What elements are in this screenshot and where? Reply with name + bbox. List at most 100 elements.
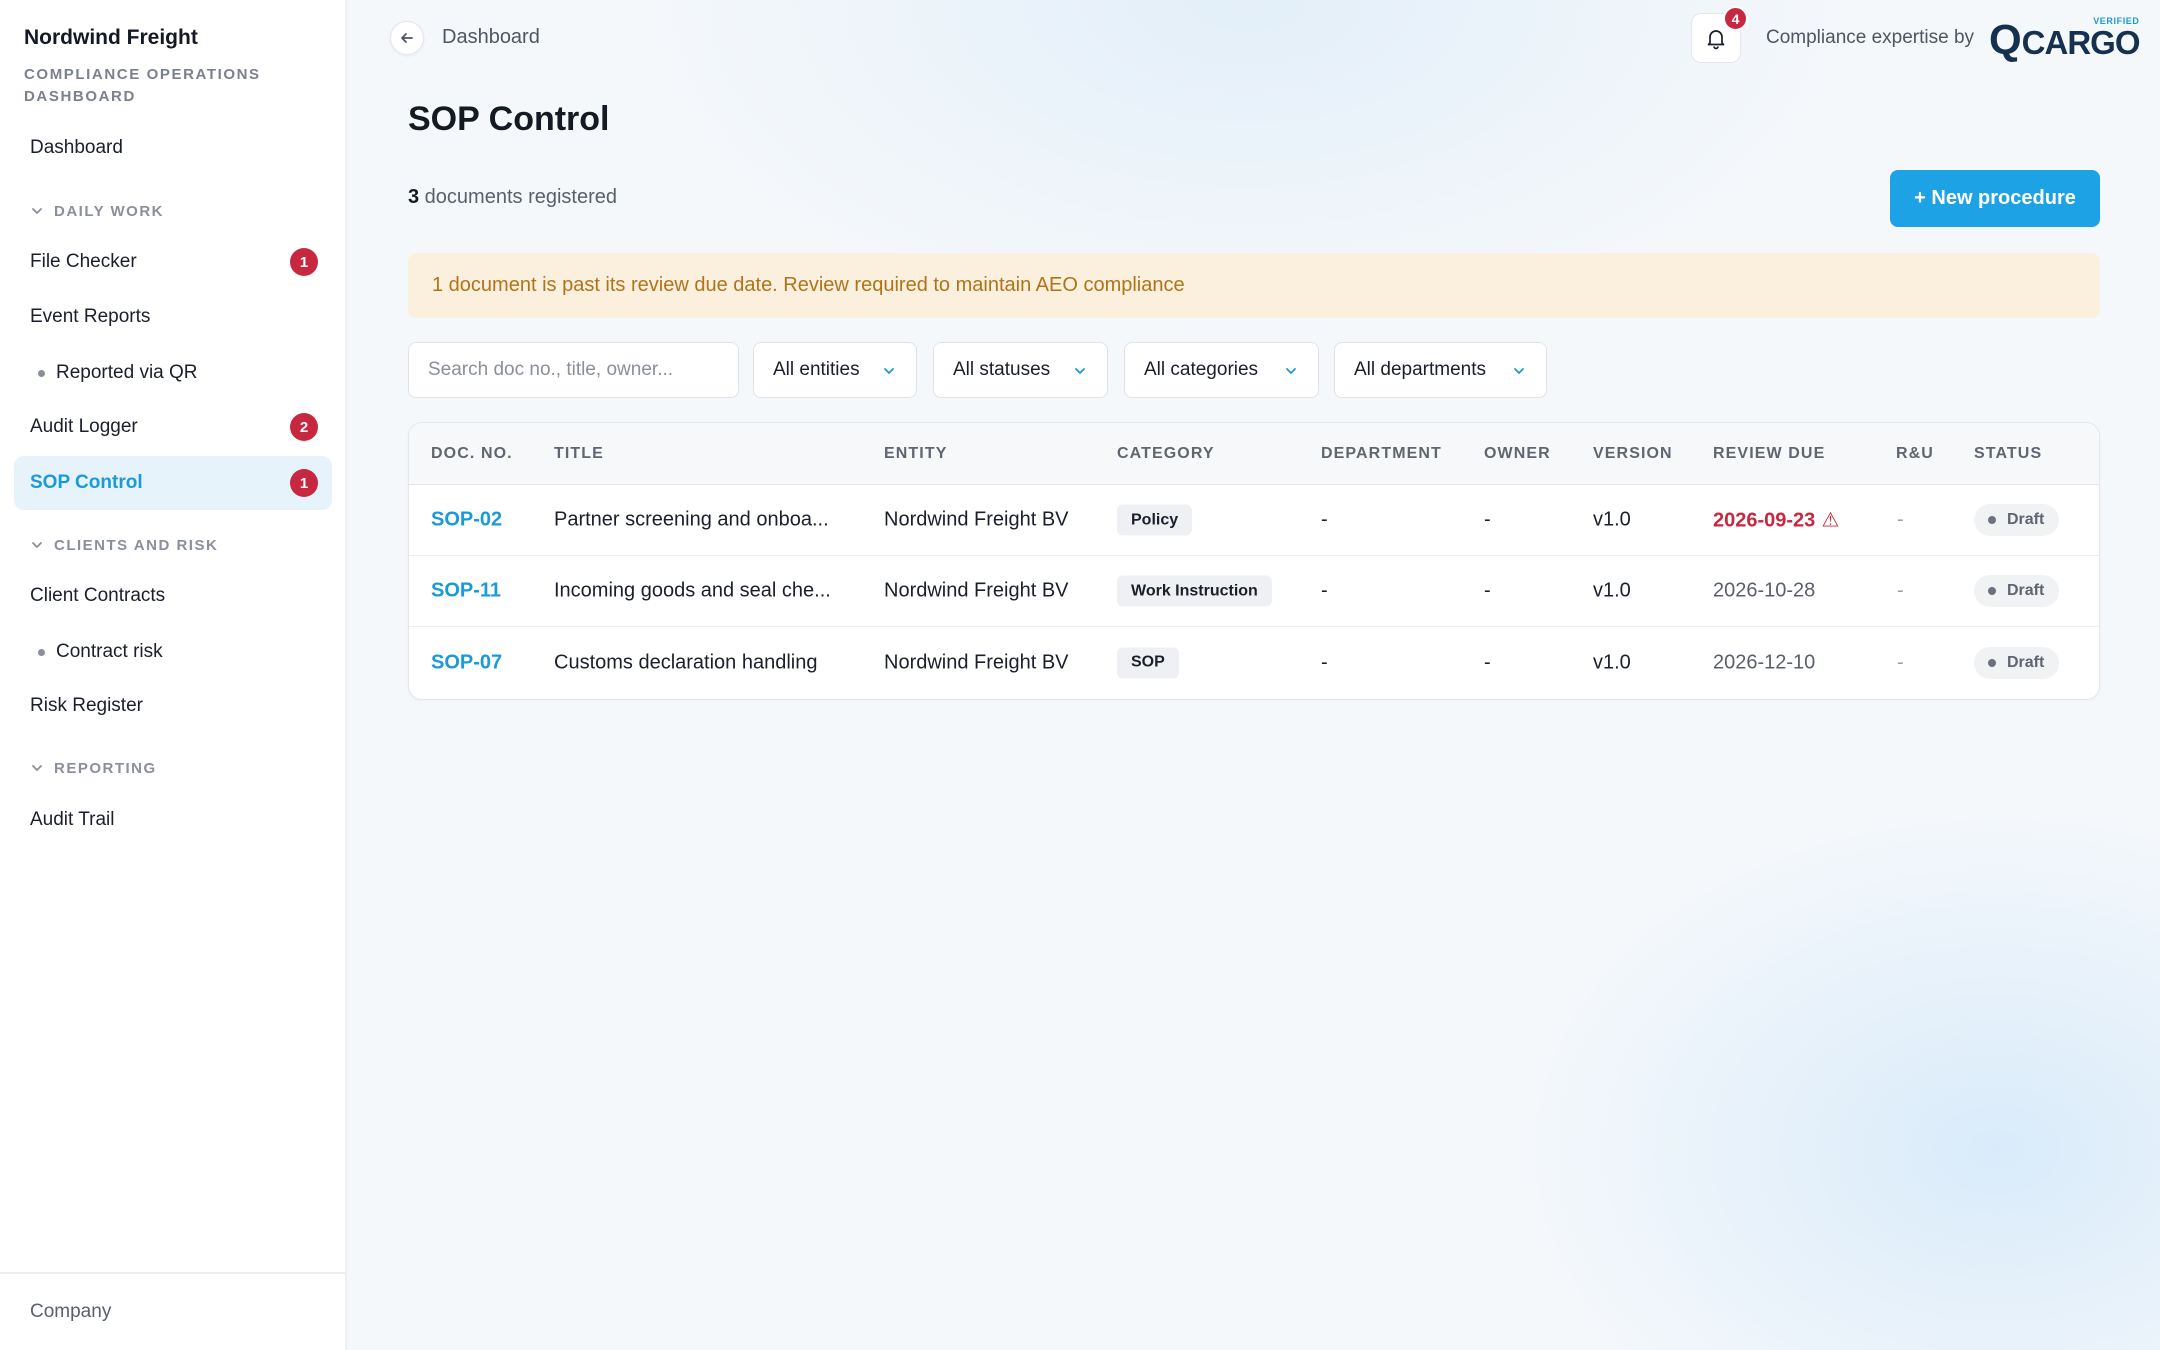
sop-table: DOC. NO. TITLE ENTITY CATEGORY DEPARTMEN… <box>408 422 2100 700</box>
doc-number-link[interactable]: SOP-11 <box>431 580 501 603</box>
doc-title: Customs declaration handling <box>554 651 818 673</box>
column-header-category[interactable]: CATEGORY <box>1117 445 1215 463</box>
filter-label: All entities <box>773 359 860 380</box>
entity-filter[interactable]: All entities <box>753 342 917 398</box>
column-header-status[interactable]: STATUS <box>1974 445 2042 463</box>
status-badge: Draft <box>1974 575 2060 607</box>
bullet-icon <box>38 648 45 656</box>
status-filter[interactable]: All statuses <box>933 342 1108 398</box>
sidebar-item-label: Dashboard <box>30 137 123 158</box>
category-tag: SOP <box>1117 647 1179 678</box>
table-row[interactable]: SOP-07 Customs declaration handling Nord… <box>409 627 2099 698</box>
main-content: Dashboard 4 Compliance expertise by Q CA… <box>347 0 2160 1350</box>
category-filter[interactable]: All categories <box>1124 342 1319 398</box>
chevron-down-icon <box>32 208 42 215</box>
sidebar-item-label: SOP Control <box>30 472 143 493</box>
column-header-owner[interactable]: OWNER <box>1484 445 1551 463</box>
logo-verified-badge: VERIFIED <box>2093 16 2140 26</box>
department-filter[interactable]: All departments <box>1334 342 1547 398</box>
sidebar-item-client-contracts[interactable]: Client Contracts <box>14 569 332 623</box>
review-due-date: 2026-10-28 <box>1713 579 1816 602</box>
status-badge: Draft <box>1974 504 2060 536</box>
column-header-title[interactable]: TITLE <box>554 445 604 463</box>
sidebar-item-risk-register[interactable]: Risk Register <box>14 679 332 733</box>
doc-number-link[interactable]: SOP-07 <box>431 651 502 674</box>
status-dot-icon <box>1988 516 1996 524</box>
review-due-value: 2026-09-23 <box>1713 509 1816 532</box>
count-value: 3 <box>408 186 420 208</box>
doc-department: - <box>1321 579 1328 602</box>
status-label: Draft <box>2007 511 2045 528</box>
footer-label: Company <box>30 1301 112 1322</box>
sidebar-item-file-checker[interactable]: File Checker 1 <box>14 235 332 289</box>
count-badge: 1 <box>290 469 318 497</box>
section-label: DAILY WORK <box>54 202 165 220</box>
section-label: CLIENTS AND RISK <box>54 536 219 554</box>
doc-owner: - <box>1484 579 1491 602</box>
review-due-alert: 1 document is past its review due date. … <box>408 253 2100 318</box>
doc-ru: - <box>1897 579 1904 602</box>
sidebar-item-audit-trail[interactable]: Audit Trail <box>14 793 332 847</box>
status-badge: Draft <box>1974 646 2060 679</box>
doc-title: Incoming goods and seal che... <box>554 579 831 602</box>
doc-number-link[interactable]: SOP-02 <box>431 509 502 532</box>
doc-entity: Nordwind Freight BV <box>884 579 1069 602</box>
doc-department: - <box>1321 651 1328 673</box>
sidebar-subitem-reported-qr[interactable]: Reported via QR <box>38 353 198 393</box>
search-input[interactable]: Search doc no., title, owner... <box>408 342 739 398</box>
doc-entity: Nordwind Freight BV <box>884 651 1069 673</box>
sidebar-item-sop-control[interactable]: SOP Control 1 <box>14 456 332 510</box>
column-header-entity[interactable]: ENTITY <box>884 445 948 463</box>
new-procedure-button[interactable]: + New procedure <box>1890 170 2100 227</box>
section-label: REPORTING <box>54 759 157 777</box>
sidebar-item-event-reports[interactable]: Event Reports <box>14 290 332 344</box>
status-label: Draft <box>2007 582 2045 599</box>
logo-mark: Q <box>1989 16 2022 63</box>
chevron-down-icon <box>884 368 894 375</box>
sidebar-footer-company[interactable]: Company <box>0 1272 345 1350</box>
expertise-text: Compliance expertise by <box>1766 27 1975 48</box>
breadcrumb[interactable]: Dashboard <box>442 26 540 49</box>
warning-icon: ⚠ <box>1821 509 1840 532</box>
sidebar-item-label: Contract risk <box>56 641 163 662</box>
back-button[interactable] <box>390 21 424 55</box>
page-title: SOP Control <box>408 100 610 138</box>
section-reporting[interactable]: REPORTING <box>30 753 157 783</box>
sidebar-item-audit-logger[interactable]: Audit Logger 2 <box>14 400 332 454</box>
sidebar-subitem-contract-risk[interactable]: Contract risk <box>38 632 163 672</box>
section-daily-work[interactable]: DAILY WORK <box>30 196 164 226</box>
filter-label: All departments <box>1354 359 1487 380</box>
brand: Nordwind Freight Compliance Operations D… <box>24 26 294 108</box>
table-header: DOC. NO. TITLE ENTITY CATEGORY DEPARTMEN… <box>409 423 2099 485</box>
count-badge: 2 <box>290 413 318 441</box>
sidebar-item-label: File Checker <box>30 251 137 272</box>
doc-version: v1.0 <box>1593 508 1631 531</box>
sidebar-item-dashboard[interactable]: Dashboard <box>14 121 332 175</box>
category-tag: Policy <box>1117 504 1193 536</box>
table-row[interactable]: SOP-11 Incoming goods and seal che... No… <box>409 556 2099 627</box>
column-header-docno[interactable]: DOC. NO. <box>431 445 513 463</box>
brand-name: Nordwind Freight <box>24 26 198 49</box>
chevron-down-icon <box>32 542 42 549</box>
chevron-down-icon <box>1075 368 1085 375</box>
column-header-review-due[interactable]: REVIEW DUE <box>1713 445 1825 463</box>
qcargo-logo: Q CARGO VERIFIED <box>1989 16 2141 63</box>
doc-department: - <box>1321 508 1328 531</box>
chevron-down-icon <box>1514 368 1524 375</box>
column-header-ru[interactable]: R&U <box>1896 445 1934 463</box>
column-header-department[interactable]: DEPARTMENT <box>1321 445 1442 463</box>
filter-label: All categories <box>1144 359 1259 380</box>
count-badge: 1 <box>290 248 318 276</box>
notifications-button[interactable]: 4 <box>1691 6 1748 63</box>
section-clients-and-risk[interactable]: CLIENTS AND RISK <box>30 530 218 560</box>
document-count: 3 documents registered <box>408 186 617 209</box>
sidebar-item-label: Risk Register <box>30 695 143 716</box>
notification-badge: 4 <box>1723 6 1748 31</box>
doc-title: Partner screening and onboa... <box>554 508 829 531</box>
status-dot-icon <box>1988 587 1996 595</box>
doc-owner: - <box>1484 651 1491 673</box>
arrow-left-icon <box>401 33 413 43</box>
sidebar: Nordwind Freight Compliance Operations D… <box>0 0 347 1350</box>
table-row[interactable]: SOP-02 Partner screening and onboa... No… <box>409 485 2099 556</box>
column-header-version[interactable]: VERSION <box>1593 445 1673 463</box>
